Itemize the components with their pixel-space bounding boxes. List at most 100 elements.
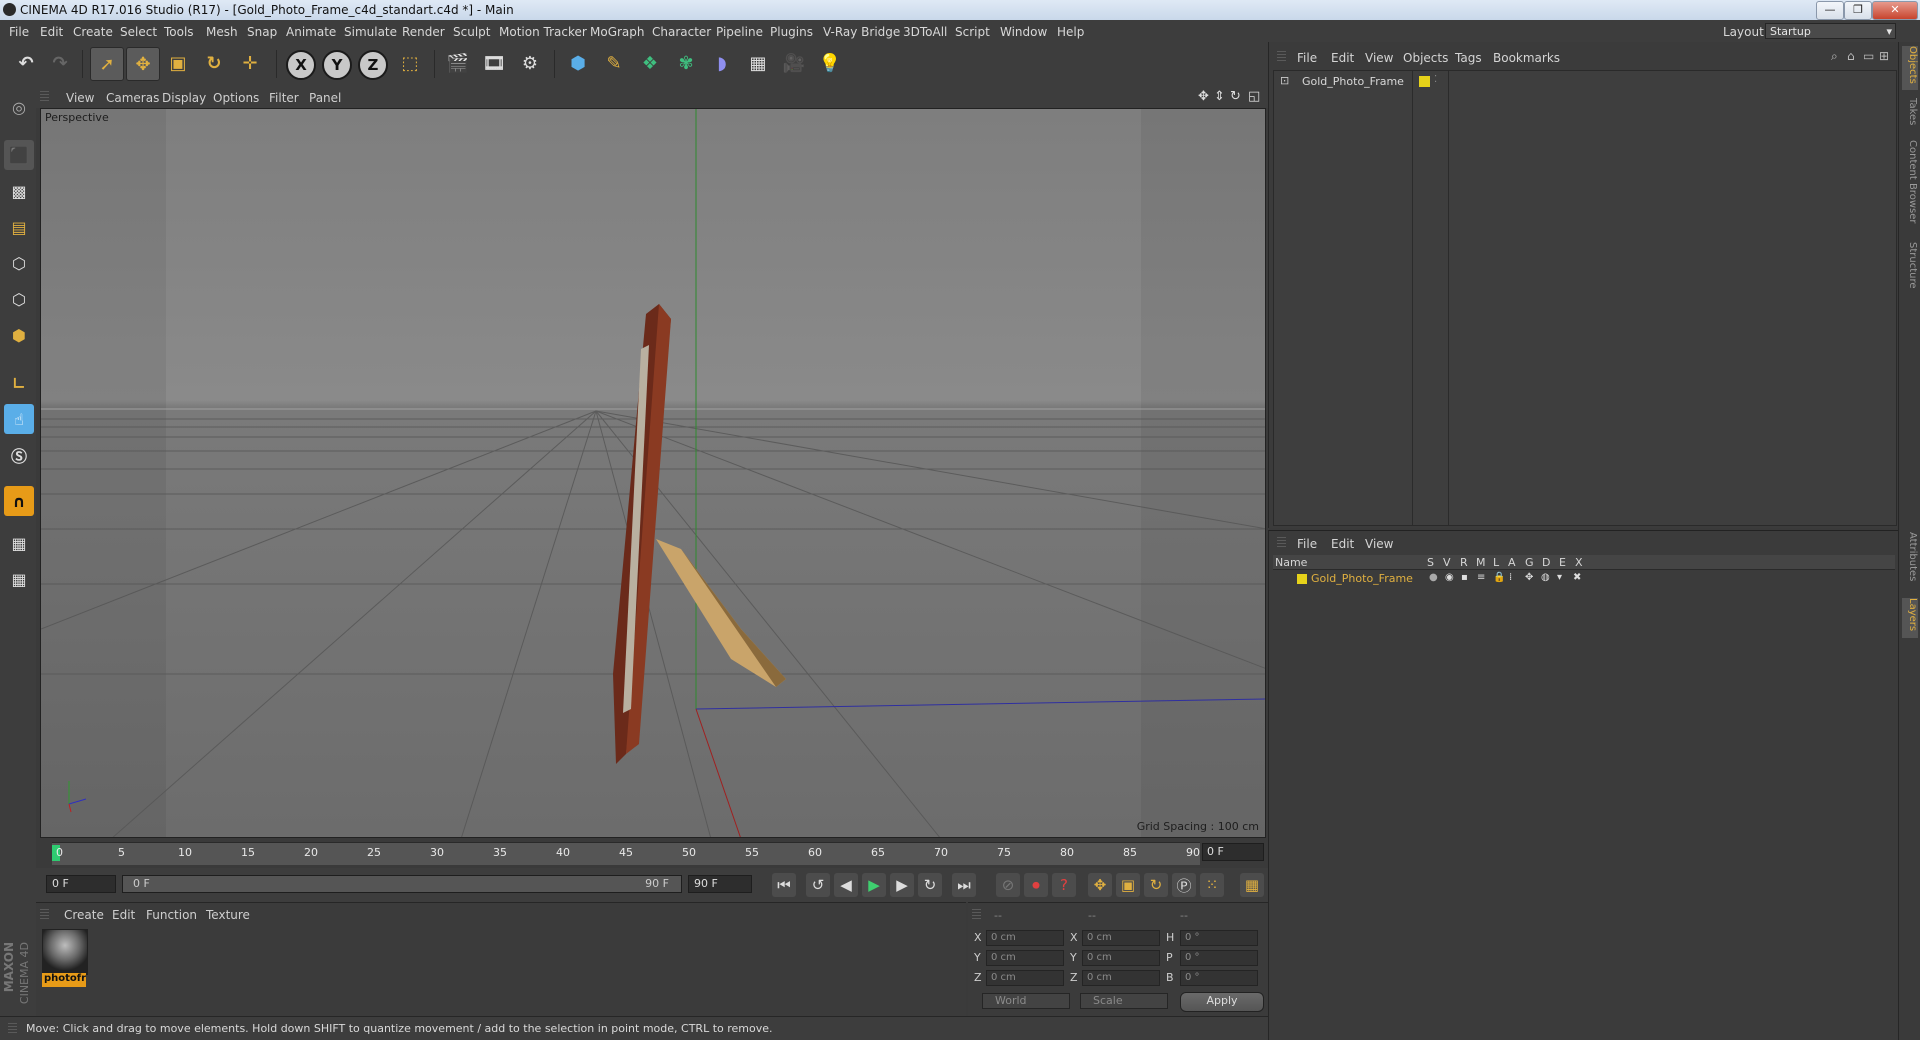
viewport-menu-options[interactable]: Options	[213, 91, 259, 105]
manager-toggle-icon[interactable]: ≡	[1477, 572, 1485, 583]
visibility-dots-icon[interactable]: ⁚	[1434, 74, 1437, 85]
size-z-field[interactable]: 0 cm	[1082, 970, 1160, 986]
key-scale-icon[interactable]: ▣	[1116, 873, 1140, 897]
light-icon[interactable]: 💡	[814, 47, 846, 79]
key-rotation-icon[interactable]: ↻	[1144, 873, 1168, 897]
menu-edit[interactable]: Edit	[40, 25, 63, 39]
timeline-ruler[interactable]: 0 5 10 15 20 25 30 35 40 45 50 55 60 65 …	[52, 842, 1200, 865]
tab-structure[interactable]: Structure	[1902, 242, 1918, 298]
layers-menu-view[interactable]: View	[1365, 537, 1393, 551]
tweak-mode-icon[interactable]: ☝	[4, 404, 34, 434]
timeline-window-icon[interactable]: ▦	[1240, 873, 1264, 897]
menu-3dtoall[interactable]: 3DToAll	[903, 25, 947, 39]
3d-viewport[interactable]: Perspective Grid Spacing : 100 cm	[40, 108, 1266, 838]
minimize-button[interactable]: —	[1816, 1, 1844, 20]
menu-tools[interactable]: Tools	[164, 25, 194, 39]
viewport-menu-panel[interactable]: Panel	[309, 91, 341, 105]
layout-select[interactable]: Startup ▾	[1765, 23, 1896, 39]
menu-simulate[interactable]: Simulate	[344, 25, 397, 39]
xref-toggle-icon[interactable]: ✖	[1573, 572, 1581, 583]
position-y-field[interactable]: 0 cm	[986, 950, 1064, 966]
position-z-field[interactable]: 0 cm	[986, 970, 1064, 986]
close-button[interactable]: ✕	[1872, 1, 1918, 20]
tab-layers[interactable]: Layers	[1902, 598, 1918, 638]
key-parameter-icon[interactable]: Ⓟ	[1172, 873, 1196, 897]
render-settings-icon[interactable]: ⚙	[514, 47, 546, 79]
deformer-icon[interactable]: ◗	[706, 47, 738, 79]
cube-primitive-icon[interactable]: ⬢	[562, 47, 594, 79]
axis-mode-icon[interactable]: ∟	[4, 368, 34, 398]
deformer-toggle-icon[interactable]: ◍	[1541, 572, 1550, 583]
layer-color-tag[interactable]	[1419, 76, 1430, 87]
zoom-view-icon[interactable]: ⇕	[1214, 89, 1225, 104]
render-view-icon[interactable]: 🎬	[442, 47, 474, 79]
solo-toggle-icon[interactable]: ●	[1429, 572, 1438, 583]
expand-panel-icon[interactable]: ⊞	[1879, 49, 1889, 63]
redo-icon[interactable]: ↷	[44, 47, 76, 79]
object-name[interactable]: Gold_Photo_Frame	[1302, 75, 1404, 88]
viewport-menu-display[interactable]: Display	[162, 91, 206, 105]
coordinate-system-icon[interactable]: ⬚	[394, 47, 426, 79]
rotate-tool-icon[interactable]: ↻	[198, 47, 230, 79]
menu-animate[interactable]: Animate	[286, 25, 336, 39]
subdivision-surface-icon[interactable]: ❖	[634, 47, 666, 79]
objects-menu-bookmarks[interactable]: Bookmarks	[1493, 51, 1560, 65]
layers-menu-edit[interactable]: Edit	[1331, 537, 1354, 551]
tab-objects[interactable]: Objects	[1902, 46, 1918, 90]
search-icon[interactable]: ⌕	[1831, 49, 1838, 64]
material-menu-function[interactable]: Function	[146, 908, 197, 922]
planar-workplane-icon[interactable]: ▦	[4, 564, 34, 594]
animation-toggle-icon[interactable]: ⁞	[1509, 572, 1512, 583]
menu-mograph[interactable]: MoGraph	[590, 25, 645, 39]
coordinate-space-select[interactable]: World	[982, 993, 1070, 1009]
autokey-icon[interactable]: ⏺	[1024, 873, 1048, 897]
menu-motion-tracker[interactable]: Motion Tracker	[499, 25, 587, 39]
z-axis-lock-icon[interactable]: Z	[358, 50, 388, 80]
menu-file[interactable]: File	[9, 25, 29, 39]
position-x-field[interactable]: 0 cm	[986, 930, 1064, 946]
cloner-icon[interactable]: ✾	[670, 47, 702, 79]
object-row[interactable]: ⊡ Gold_Photo_Frame ⁚	[1278, 74, 1898, 90]
view-toggle-icon[interactable]: ◉	[1445, 572, 1454, 583]
menu-mesh[interactable]: Mesh	[206, 25, 238, 39]
menu-create[interactable]: Create	[73, 25, 113, 39]
layer-name[interactable]: Gold_Photo_Frame	[1311, 572, 1413, 585]
objects-menu-file[interactable]: File	[1297, 51, 1317, 65]
material-menu-create[interactable]: Create	[64, 908, 104, 922]
menu-select[interactable]: Select	[120, 25, 157, 39]
tab-takes[interactable]: Takes	[1902, 98, 1918, 132]
scale-tool-icon[interactable]: ▣	[162, 47, 194, 79]
edges-mode-icon[interactable]: ⬡	[4, 284, 34, 314]
rotation-b-field[interactable]: 0 °	[1180, 970, 1258, 986]
y-axis-lock-icon[interactable]: Y	[322, 50, 352, 80]
texture-mode-icon[interactable]: ▩	[4, 176, 34, 206]
timeline[interactable]: 0 5 10 15 20 25 30 35 40 45 50 55 60 65 …	[36, 840, 1268, 866]
material-name[interactable]: photofr	[42, 973, 86, 987]
play-icon[interactable]: ▶	[862, 873, 886, 897]
start-frame-field[interactable]: 0 F	[46, 875, 116, 893]
next-frame-icon[interactable]: ▶	[890, 873, 914, 897]
move-view-icon[interactable]: ✥	[1198, 89, 1209, 104]
material-menu-texture[interactable]: Texture	[206, 908, 250, 922]
size-mode-select[interactable]: Scale	[1080, 993, 1168, 1009]
render-toggle-icon[interactable]: ▪	[1461, 572, 1468, 583]
render-picture-viewer-icon[interactable]: 🎞	[478, 47, 510, 79]
menu-snap[interactable]: Snap	[247, 25, 277, 39]
next-key-icon[interactable]: ↻	[918, 873, 942, 897]
undo-icon[interactable]: ↶	[10, 47, 42, 79]
objects-menu-objects[interactable]: Objects	[1403, 51, 1448, 65]
tab-content-browser[interactable]: Content Browser	[1902, 140, 1918, 236]
recent-tool-icon[interactable]: ✛	[234, 47, 266, 79]
keyframe-selection-icon[interactable]: ?	[1052, 873, 1076, 897]
objects-menu-edit[interactable]: Edit	[1331, 51, 1354, 65]
menu-pipeline[interactable]: Pipeline	[716, 25, 763, 39]
viewport-menu-view[interactable]: View	[66, 91, 94, 105]
toggle-view-icon[interactable]: ◱	[1248, 89, 1260, 104]
rotation-p-field[interactable]: 0 °	[1180, 950, 1258, 966]
points-mode-icon[interactable]: ⬡	[4, 248, 34, 278]
size-y-field[interactable]: 0 cm	[1082, 950, 1160, 966]
record-keys-icon[interactable]: ⊘	[996, 873, 1020, 897]
tab-attributes[interactable]: Attributes	[1902, 532, 1918, 590]
rotate-view-icon[interactable]: ↻	[1230, 89, 1241, 104]
lock-toggle-icon[interactable]: 🔒	[1493, 572, 1505, 583]
